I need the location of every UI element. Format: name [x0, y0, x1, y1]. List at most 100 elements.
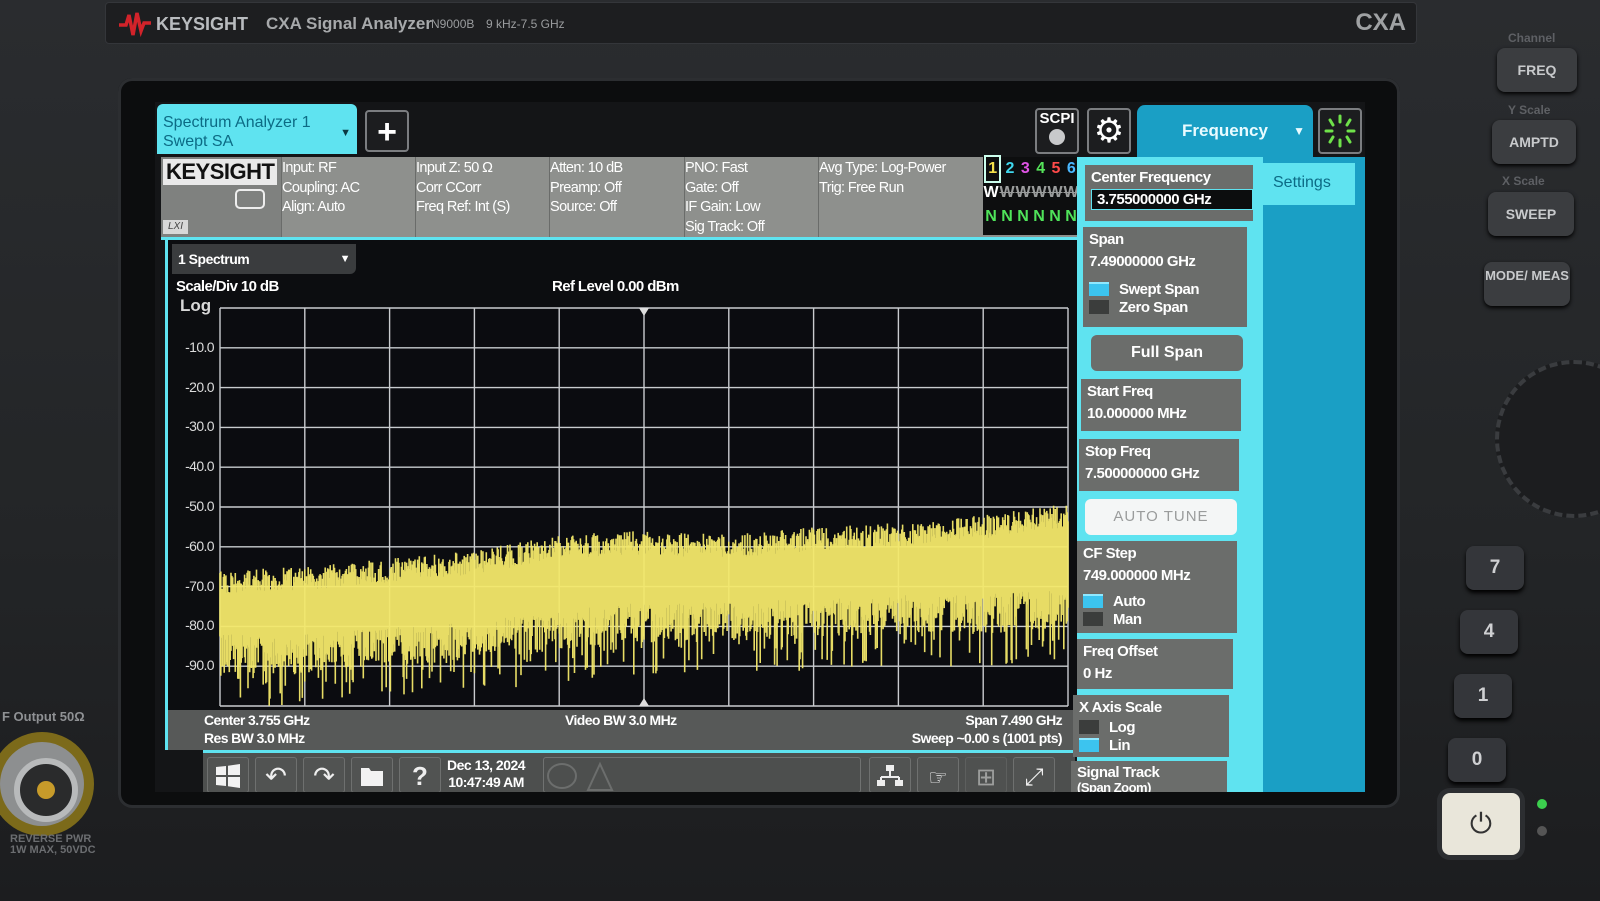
multi-screen-button[interactable]: ⊞ — [965, 757, 1007, 792]
power-button[interactable]: ⏻ — [1442, 793, 1520, 855]
screen-tab-spectrum-analyzer[interactable]: Spectrum Analyzer 1 Swept SA ▼ — [157, 104, 357, 154]
message-warning-icons — [547, 761, 614, 791]
undo-button[interactable]: ↶ — [255, 757, 297, 792]
window-select-dropdown[interactable]: 1 Spectrum ▼ — [172, 244, 356, 274]
radio-indicator-off — [1079, 720, 1099, 734]
cf-step-value[interactable]: 749.000000 MHz — [1083, 567, 1237, 584]
reverse-power-line2: 1W MAX, 50VDC — [10, 844, 96, 856]
y-tick-label: -30.0 — [185, 418, 215, 435]
keysight-panel: KEYSIGHT LXI — [161, 157, 282, 237]
numkey-1[interactable]: 1 — [1454, 674, 1512, 718]
softkey-span[interactable]: Span 7.49000000 GHz Swept Span Zero Span — [1083, 227, 1247, 327]
trace-type-2: W — [999, 184, 1015, 201]
amptd-hardkey[interactable]: AMPTD — [1492, 120, 1576, 164]
grid-icon: ⊞ — [975, 764, 997, 791]
windows-start-button[interactable] — [207, 757, 249, 792]
product-name: CXA Signal Analyzer — [266, 14, 432, 33]
settings-summary-bar[interactable]: KEYSIGHT LXI Input: RF Coupling: AC Alig… — [161, 157, 1081, 240]
help-button[interactable]: ? — [399, 757, 441, 792]
maximize-button[interactable]: ⤢ — [1013, 757, 1055, 792]
message-icon[interactable] — [235, 189, 265, 209]
scpi-label: SCPI — [1039, 110, 1075, 127]
trace-detector-1: N — [985, 208, 997, 225]
busy-indicator-button[interactable] — [1318, 108, 1362, 154]
reverse-power-label: REVERSE PWR 1W MAX, 50VDC — [10, 834, 96, 856]
trace-status-panel[interactable]: 123456 WWWWWW NNNNNN — [983, 155, 1079, 235]
settings-col-input[interactable]: Input: RF Coupling: AC Align: Auto — [282, 157, 416, 237]
trace-3-selector[interactable]: 3 — [1021, 157, 1030, 181]
center-freq-input[interactable]: 3.755000000 GHz — [1091, 189, 1253, 210]
meas-bar-button[interactable] — [869, 757, 911, 792]
scale-div-label: Scale/Div 10 dB — [176, 278, 279, 295]
y-tick-label: -70.0 — [185, 577, 215, 594]
softkey-stop-freq[interactable]: Stop Freq 7.500000000 GHz — [1079, 439, 1239, 491]
sweep-hardkey[interactable]: SWEEP — [1488, 192, 1574, 236]
radio-indicator-on — [1089, 282, 1109, 296]
numkey-4[interactable]: 4 — [1460, 610, 1518, 654]
freq-hardkey[interactable]: FREQ — [1497, 48, 1577, 92]
y-tick-label: -60.0 — [185, 537, 215, 554]
span-value[interactable]: 7.49000000 GHz — [1089, 253, 1247, 270]
auto-tune-button[interactable]: AUTO TUNE — [1085, 499, 1237, 535]
radio-cf-man[interactable]: Man — [1083, 610, 1237, 628]
full-span-button[interactable]: Full Span — [1091, 335, 1243, 371]
radio-swept-span[interactable]: Swept Span — [1089, 280, 1247, 298]
system-settings-button[interactable]: ⚙ — [1087, 108, 1131, 154]
redo-button[interactable]: ↷ — [303, 757, 345, 792]
setting-atten: Atten: 10 dB — [550, 160, 623, 176]
file-button[interactable] — [351, 757, 393, 792]
softkey-tab-settings[interactable]: Settings — [1263, 163, 1355, 205]
trace-5-selector[interactable]: 5 — [1052, 157, 1061, 181]
x-axis-scale-label: X Axis Scale — [1079, 699, 1162, 716]
add-screen-button[interactable]: + — [365, 110, 409, 152]
softkey-cf-step[interactable]: CF Step 749.000000 MHz Auto Man — [1077, 541, 1237, 633]
radio-indicator-on — [1083, 594, 1103, 608]
trace-1-selector[interactable]: 1 — [984, 155, 1002, 183]
softkey-freq-offset[interactable]: Freq Offset 0 Hz — [1077, 639, 1233, 689]
start-freq-value[interactable]: 10.000000 MHz — [1087, 405, 1241, 422]
spectrum-display[interactable]: 1 Spectrum ▼ Scale/Div 10 dB Ref Level 0… — [165, 240, 1078, 750]
settings-col-sweep[interactable]: PNO: Fast Gate: Off IF Gain: Low Sig Tra… — [685, 157, 819, 237]
radio-zero-span[interactable]: Zero Span — [1089, 298, 1247, 316]
softkey-start-freq[interactable]: Start Freq 10.000000 MHz — [1081, 379, 1241, 431]
trace-2-selector[interactable]: 2 — [1006, 157, 1015, 181]
scpi-button[interactable]: SCPI — [1035, 108, 1079, 154]
numkey-7[interactable]: 7 — [1466, 546, 1524, 590]
y-tick-label: -40.0 — [185, 458, 215, 475]
date-time: Dec 13, 2024 10:47:49 AM — [447, 757, 526, 791]
touch-layout-button[interactable]: ☞ — [917, 757, 959, 792]
stop-freq-value[interactable]: 7.500000000 GHz — [1085, 465, 1239, 482]
radio-cf-auto[interactable]: Auto — [1083, 592, 1237, 610]
trace-detector-6: N — [1065, 208, 1077, 225]
softkey-x-axis-scale[interactable]: X Axis Scale Log Lin — [1073, 695, 1229, 757]
signal-track-label: Signal Track — [1077, 764, 1160, 781]
mode-meas-hardkey[interactable]: MODE/ MEAS — [1484, 262, 1570, 306]
softkey-signal-track[interactable]: Signal Track (Span Zoom) — [1071, 761, 1227, 792]
settings-col-impedance[interactable]: Input Z: 50 Ω Corr CCorr Freq Ref: Int (… — [416, 157, 550, 237]
trace-detector-5: N — [1049, 208, 1061, 225]
trace-detector-3: N — [1017, 208, 1029, 225]
settings-col-avg[interactable]: Avg Type: Log-Power Trig: Free Run — [819, 157, 981, 237]
notification-area[interactable] — [543, 757, 861, 792]
trace-detector-2: N — [1001, 208, 1013, 225]
softkey-center-frequency[interactable]: Center Frequency 3.755000000 GHz — [1085, 165, 1253, 221]
dropdown-arrow-icon: ▼ — [339, 253, 351, 265]
menu-tab-frequency[interactable]: Frequency ▼ — [1137, 105, 1313, 161]
setting-coupling: Coupling: AC — [282, 179, 360, 196]
trace-4-selector[interactable]: 4 — [1036, 157, 1045, 181]
expand-arrows-icon: ⤢ — [1024, 764, 1044, 791]
signal-track-sub: (Span Zoom) — [1077, 780, 1151, 792]
radio-x-log[interactable]: Log — [1079, 718, 1229, 736]
hierarchy-icon — [877, 765, 903, 786]
redo-icon: ↷ — [313, 761, 335, 791]
cf-man-label: Man — [1113, 610, 1142, 628]
freq-offset-value[interactable]: 0 Hz — [1083, 665, 1233, 682]
trace-6-selector[interactable]: 6 — [1067, 157, 1076, 181]
series-badge: CXA — [1355, 9, 1406, 36]
spectrum-plot[interactable] — [218, 306, 1070, 708]
numkey-0[interactable]: 0 — [1448, 738, 1506, 782]
scale-type-label: Log — [180, 296, 212, 315]
radio-x-lin[interactable]: Lin — [1079, 736, 1229, 754]
freq-offset-label: Freq Offset — [1083, 643, 1158, 660]
settings-col-atten[interactable]: Atten: 10 dB Preamp: Off Source: Off — [550, 157, 685, 237]
